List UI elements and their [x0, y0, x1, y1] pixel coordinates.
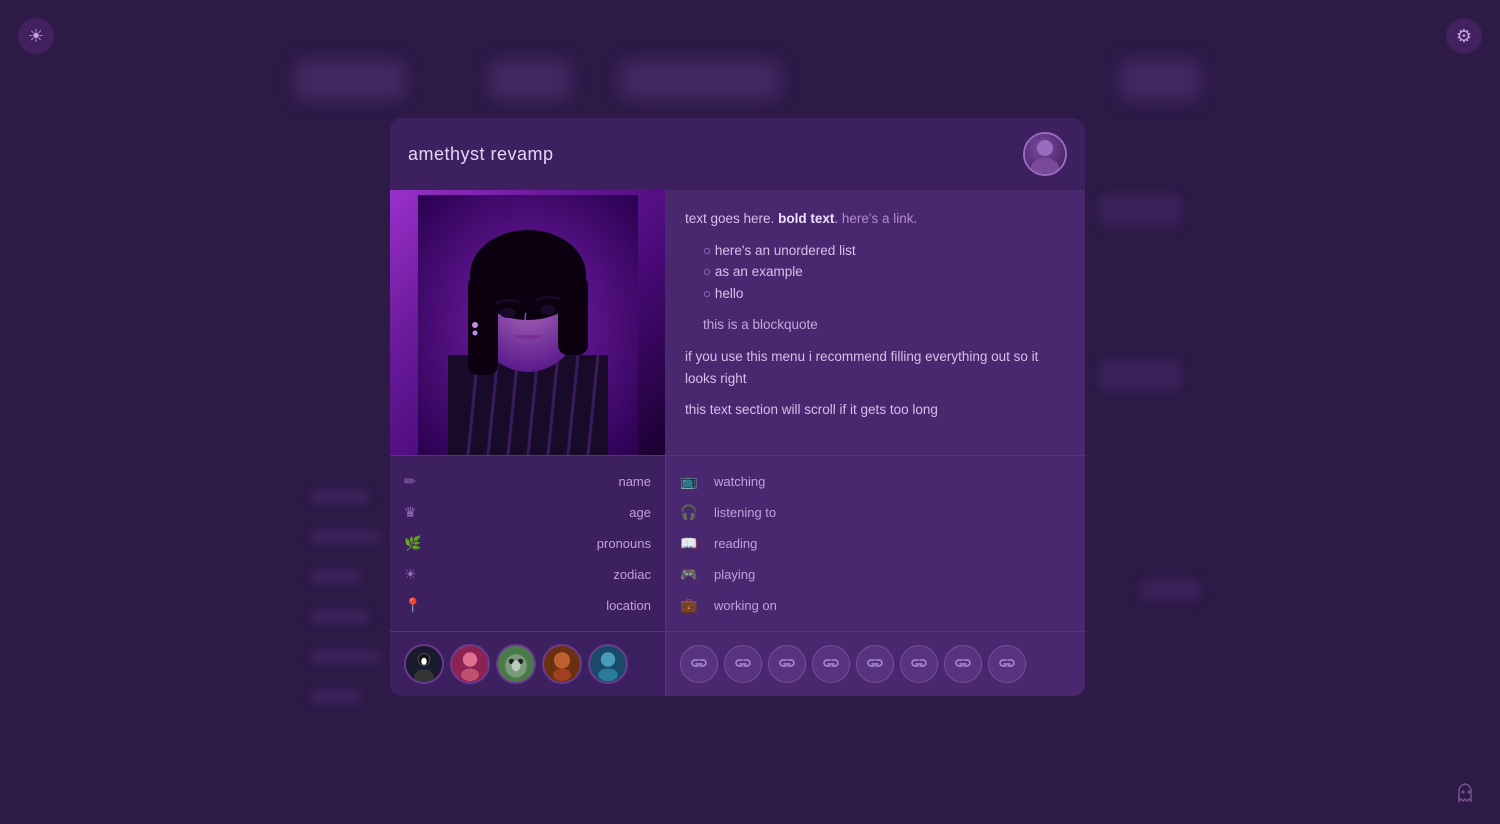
profile-photo [390, 190, 665, 455]
info-left-panel: ✏ name ♛ age 🌿 pronouns ☀ zodiac 📍 locat… [390, 455, 665, 631]
zodiac-label: zodiac [613, 567, 651, 582]
activity-working: 💼 working on [666, 590, 1085, 621]
link-button-2[interactable] [724, 645, 762, 683]
activity-listening: 🎧 listening to [666, 497, 1085, 528]
link-button-5[interactable] [856, 645, 894, 683]
friend-avatar-image-5 [590, 646, 626, 682]
info-right-panel: 📺 watching 🎧 listening to 📖 reading 🎮 pl… [665, 455, 1085, 631]
friend-avatar-1[interactable] [404, 644, 444, 684]
working-label: working on [714, 598, 777, 613]
list-item: as an example [703, 261, 1065, 283]
link-button-4[interactable] [812, 645, 850, 683]
pin-icon: 📍 [404, 597, 426, 614]
bio-tip: if you use this menu i recommend filling… [685, 346, 1065, 389]
activity-playing: 🎮 playing [666, 559, 1085, 590]
link-button-8[interactable] [988, 645, 1026, 683]
info-name: ✏ name [390, 466, 665, 497]
friend-avatar-image-1 [406, 646, 442, 682]
name-label: name [618, 474, 651, 489]
friends-panel [390, 631, 665, 696]
pencil-icon: ✏ [404, 473, 426, 490]
listening-label: listening to [714, 505, 776, 520]
bio-scroll-note: this text section will scroll if it gets… [685, 399, 1065, 421]
bio-list: here's an unordered list as an example h… [703, 240, 1065, 305]
list-item: here's an unordered list [703, 240, 1065, 262]
avatar-image [1025, 134, 1065, 174]
bio-intro: text goes here. bold text. here's a link… [685, 208, 1065, 230]
info-row: ✏ name ♛ age 🌿 pronouns ☀ zodiac 📍 locat… [390, 455, 1085, 631]
friend-avatar-2[interactable] [450, 644, 490, 684]
friend-avatar-image-2 [452, 646, 488, 682]
link-button-3[interactable] [768, 645, 806, 683]
reading-label: reading [714, 536, 757, 551]
gamepad-icon: 🎮 [680, 566, 704, 583]
link-button-7[interactable] [944, 645, 982, 683]
location-label: location [606, 598, 651, 613]
info-zodiac: ☀ zodiac [390, 559, 665, 590]
card-body: text goes here. bold text. here's a link… [390, 190, 1085, 455]
friend-avatar-4[interactable] [542, 644, 582, 684]
tv-icon: 📺 [680, 473, 704, 490]
playing-label: playing [714, 567, 755, 582]
profile-title: amethyst revamp [408, 144, 554, 165]
info-location: 📍 location [390, 590, 665, 621]
blockquote: this is a blockquote [703, 314, 1065, 336]
link-button-6[interactable] [900, 645, 938, 683]
bio-text-panel[interactable]: text goes here. bold text. here's a link… [665, 190, 1085, 455]
headphones-icon: 🎧 [680, 504, 704, 521]
crown-icon: ♛ [404, 504, 426, 521]
info-pronouns: 🌿 pronouns [390, 528, 665, 559]
link-button-1[interactable] [680, 645, 718, 683]
avatar[interactable] [1023, 132, 1067, 176]
settings-icon[interactable]: ⚙ [1446, 18, 1482, 54]
briefcase-icon: 💼 [680, 597, 704, 614]
list-item: hello [703, 283, 1065, 305]
profile-card: amethyst revamp [390, 118, 1085, 696]
pronouns-label: pronouns [597, 536, 651, 551]
book-icon: 📖 [680, 535, 704, 552]
leaf-icon: 🌿 [404, 535, 426, 552]
activity-watching: 📺 watching [666, 466, 1085, 497]
friend-avatar-3[interactable] [496, 644, 536, 684]
watching-label: watching [714, 474, 765, 489]
friend-avatar-image-3 [498, 646, 534, 682]
zodiac-icon: ☀ [404, 566, 426, 583]
sun-icon[interactable]: ☀ [18, 18, 54, 54]
age-label: age [629, 505, 651, 520]
card-header: amethyst revamp [390, 118, 1085, 190]
friend-avatar-image-4 [544, 646, 580, 682]
links-panel [665, 631, 1085, 696]
photo-panel [390, 190, 665, 455]
ghost-icon[interactable] [1450, 778, 1482, 810]
info-age: ♛ age [390, 497, 665, 528]
friends-row [390, 631, 1085, 696]
activity-reading: 📖 reading [666, 528, 1085, 559]
friend-avatar-5[interactable] [588, 644, 628, 684]
bio-link[interactable]: here's a link. [842, 211, 917, 226]
